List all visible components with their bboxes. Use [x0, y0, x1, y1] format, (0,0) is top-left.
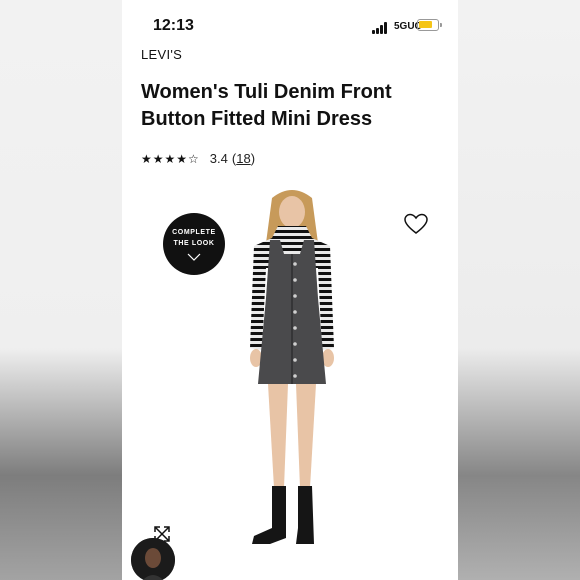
- product-image[interactable]: [222, 188, 362, 558]
- rating-score: 3.4: [209, 151, 228, 166]
- review-count-close: ): [250, 151, 256, 166]
- status-time: 12:13: [153, 17, 194, 34]
- product-rating[interactable]: ★★★★☆ 3.4 (18): [141, 151, 255, 166]
- complete-the-look-line2: THE LOOK: [173, 240, 215, 247]
- rating-stars: ★★★★☆: [141, 151, 200, 166]
- product-title: Women's Tuli Denim Front Button Fitted M…: [141, 81, 392, 130]
- avatar-image: [131, 538, 175, 580]
- review-count-link[interactable]: 18: [236, 151, 250, 166]
- phone-screen: 12:13 5GUC LEVI'S Women's Tuli Denim Fro…: [122, 0, 458, 580]
- complete-the-look-button[interactable]: COMPLETE THE LOOK: [163, 213, 225, 275]
- brand-name[interactable]: LEVI'S: [141, 47, 182, 62]
- complete-the-look-line1: COMPLETE: [172, 229, 216, 236]
- background-left: [0, 0, 122, 580]
- heart-icon[interactable]: [404, 213, 428, 235]
- chevron-down-icon: [187, 253, 201, 261]
- status-bar: 12:13 5GUC: [122, 0, 458, 48]
- avatar[interactable]: [131, 538, 175, 580]
- battery-icon: [417, 19, 442, 31]
- signal-icon: [372, 22, 390, 34]
- background-right: [458, 0, 580, 580]
